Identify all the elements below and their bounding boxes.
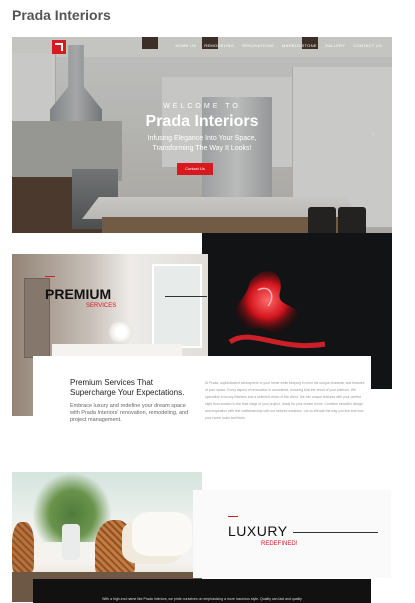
premium-subtitle: SERVICES <box>86 303 117 309</box>
luxury-card <box>193 490 391 578</box>
nav-item-remodeling[interactable]: REMODELING <box>204 43 234 48</box>
hero-tagline-1: Infusing Elegance Into Your Space, <box>147 135 257 142</box>
hero-banner: HOME US REMODELING RENOVATIONS MARBLE/ST… <box>12 37 392 233</box>
premium-title: PREMIUM <box>45 286 112 302</box>
luxury-footer-text: With a high-end name like Prada Interior… <box>102 597 302 601</box>
hero-welcome: WELCOME TO <box>163 103 241 110</box>
luxury-divider <box>293 532 378 533</box>
services-heading-2: Supercharge Your Expectations. <box>70 388 185 397</box>
services-heading-1: Premium Services That <box>70 378 153 387</box>
carousel-next-icon[interactable]: › <box>372 129 375 138</box>
page-title: Prada Interiors <box>12 7 111 23</box>
luxury-title: LUXURY <box>228 523 288 539</box>
nav-item-renovations[interactable]: RENOVATIONS <box>242 43 274 48</box>
luxury-accent-rule <box>228 516 238 517</box>
services-body: Embrace luxury and redefine your dream s… <box>70 403 189 423</box>
premium-accent-rule <box>45 276 55 277</box>
nav-item-gallery[interactable]: GALLERY <box>325 43 345 48</box>
contact-us-button[interactable]: Contact Us <box>177 163 213 175</box>
main-nav: HOME US REMODELING RENOVATIONS MARBLE/ST… <box>175 43 382 48</box>
hero-tagline-2: Transforming The Way It Looks! <box>152 145 252 152</box>
nav-item-contact[interactable]: CONTACT US <box>353 43 382 48</box>
luxury-subtitle: REDEFINED! <box>261 541 298 547</box>
services-detail: At Prada, sophisticated atmosphere to yo… <box>205 381 365 420</box>
premium-divider <box>165 296 207 297</box>
nav-item-marble-stone[interactable]: MARBLE/STONE <box>282 43 317 48</box>
brand-logo-icon[interactable] <box>52 40 66 54</box>
hero-brand-title: Prada Interiors <box>145 113 259 130</box>
red-smoke-image <box>228 271 326 349</box>
nav-item-home[interactable]: HOME US <box>175 43 196 48</box>
